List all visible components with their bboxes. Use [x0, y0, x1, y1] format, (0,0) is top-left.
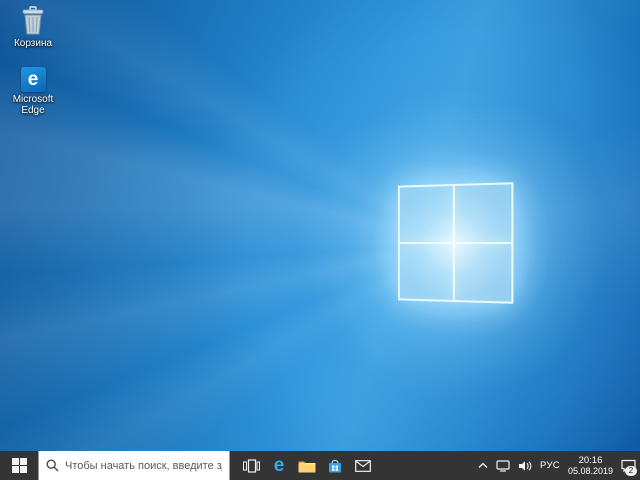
network-ethernet-icon: [496, 459, 510, 472]
mail-icon: [355, 459, 371, 472]
clock[interactable]: 20:16 05.08.2019: [564, 451, 617, 480]
speaker-icon: [519, 460, 532, 471]
mail-button[interactable]: [349, 451, 377, 480]
volume-tray-button[interactable]: [514, 451, 536, 480]
file-explorer-icon: [298, 461, 316, 472]
task-view-button[interactable]: [237, 451, 265, 480]
search-icon: [46, 459, 59, 472]
taskbar-app-buttons: e: [237, 451, 377, 480]
start-button[interactable]: [0, 451, 38, 480]
system-tray: РУС 20:16 05.08.2019 2: [474, 451, 640, 480]
edge-icon: e: [4, 62, 62, 92]
microsoft-store-icon: [329, 459, 341, 472]
chevron-up-icon: [478, 462, 488, 468]
taskbar-edge-button[interactable]: e: [265, 451, 293, 480]
edge-icon: e: [273, 455, 285, 476]
desktop-wallpaper: Корзина e Microsoft Edge: [0, 0, 640, 451]
start-windows-icon: [11, 458, 27, 473]
taskbar: e: [0, 451, 640, 480]
language-label: РУС: [540, 460, 560, 471]
desktop-icon-microsoft-edge[interactable]: e Microsoft Edge: [4, 62, 62, 116]
taskbar-search-input[interactable]: [65, 459, 222, 472]
clock-time: 20:16: [578, 454, 603, 466]
action-center-button[interactable]: 2: [617, 451, 640, 480]
network-tray-button[interactable]: [492, 451, 514, 480]
language-indicator[interactable]: РУС: [536, 451, 564, 480]
desktop-icon-label: Корзина: [13, 38, 53, 49]
clock-date: 05.08.2019: [567, 465, 613, 476]
desktop-icon-recycle-bin[interactable]: Корзина: [4, 6, 62, 49]
desktop-icon-label: Microsoft Edge: [12, 94, 54, 116]
microsoft-store-button[interactable]: [321, 451, 349, 480]
task-view-icon: [242, 458, 260, 473]
notification-count-badge: 2: [625, 466, 637, 476]
recycle-bin-icon: [4, 6, 62, 36]
windows-logo-icon: [397, 182, 514, 304]
file-explorer-button[interactable]: [293, 451, 321, 480]
taskbar-search-box[interactable]: [38, 451, 230, 480]
windows-hero-logo: [352, 141, 556, 345]
show-hidden-icons-button[interactable]: [474, 451, 492, 480]
